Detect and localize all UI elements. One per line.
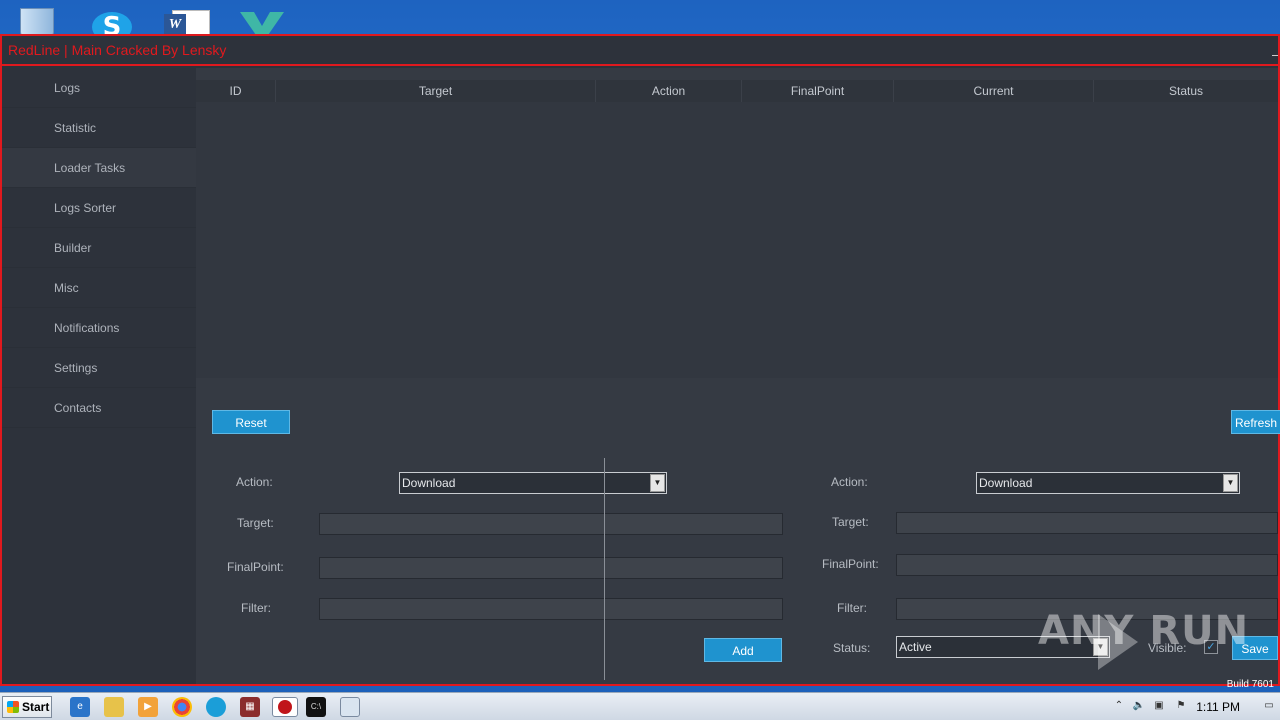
file-explorer-icon[interactable] — [104, 697, 124, 717]
word-icon[interactable]: W — [164, 4, 210, 38]
sidebar-item-contacts[interactable]: Contacts — [2, 388, 196, 428]
start-label: Start — [22, 700, 50, 714]
left-action-value: Download — [402, 476, 456, 490]
sidebar-item-loader-tasks[interactable]: Loader Tasks — [2, 148, 196, 188]
sidebar-item-settings[interactable]: Settings — [2, 348, 196, 388]
column-header-id[interactable]: ID — [196, 80, 276, 102]
column-header-action[interactable]: Action — [596, 80, 742, 102]
sidebar-item-builder[interactable]: Builder — [2, 228, 196, 268]
recycle-bin-icon[interactable] — [16, 4, 58, 38]
right-finalpoint-input[interactable] — [896, 554, 1278, 576]
column-header-current[interactable]: Current — [894, 80, 1094, 102]
column-header-target[interactable]: Target — [276, 80, 596, 102]
minimize-button[interactable] — [1272, 46, 1278, 56]
app-window: RedLine | Main Cracked By Lensky Logs St… — [0, 34, 1280, 686]
chevron-down-icon[interactable]: ▼ — [650, 474, 665, 492]
vpn-app-icon[interactable] — [238, 4, 284, 38]
table-header: ID Target Action FinalPoint Current Stat… — [196, 80, 1278, 102]
title-bar[interactable]: RedLine | Main Cracked By Lensky — [2, 36, 1278, 66]
column-header-status[interactable]: Status — [1094, 80, 1278, 102]
build-label: Build 7601 — [1226, 679, 1274, 690]
right-finalpoint-label: FinalPoint: — [822, 557, 879, 571]
right-target-input[interactable] — [896, 512, 1278, 534]
chevron-down-icon[interactable]: ▼ — [1223, 474, 1238, 492]
column-header-finalpoint[interactable]: FinalPoint — [742, 80, 894, 102]
volume-icon[interactable]: 🔈 — [1132, 699, 1146, 713]
skype-icon[interactable]: S — [90, 4, 132, 42]
reset-button[interactable]: Reset — [212, 410, 290, 434]
archive-icon[interactable]: ▦ — [240, 697, 260, 717]
taskbar: Start e ▶ ▦ C:\ ⌃ 🔈 ▣ ⚑ 1:11 PM ▭ — [0, 692, 1280, 720]
media-player-icon[interactable]: ▶ — [138, 697, 158, 717]
left-target-label: Target: — [237, 516, 274, 530]
network-icon[interactable]: ▣ — [1152, 699, 1166, 713]
left-action-select[interactable]: Download ▼ — [399, 472, 667, 494]
left-action-label: Action: — [236, 475, 273, 489]
show-desktop-icon[interactable]: ▭ — [1262, 699, 1276, 713]
sidebar-item-misc[interactable]: Misc — [2, 268, 196, 308]
main-panel: ID Target Action FinalPoint Current Stat… — [196, 68, 1280, 684]
window-title: RedLine | Main Cracked By Lensky — [8, 42, 227, 58]
sidebar-item-logs[interactable]: Logs — [2, 68, 196, 108]
system-tray: ⌃ 🔈 ▣ ⚑ 1:11 PM ▭ — [1106, 693, 1280, 720]
chevron-up-icon[interactable]: ⌃ — [1112, 699, 1126, 713]
form-divider — [604, 458, 605, 680]
start-button[interactable]: Start — [2, 696, 52, 718]
right-action-select[interactable]: Download ▼ — [976, 472, 1240, 494]
left-filter-input[interactable] — [319, 598, 783, 620]
internet-explorer-icon[interactable]: e — [70, 697, 90, 717]
anyrun-watermark: ANY RUN — [1038, 608, 1250, 654]
sidebar-item-logs-sorter[interactable]: Logs Sorter — [2, 188, 196, 228]
right-action-label: Action: — [831, 475, 868, 489]
right-filter-label: Filter: — [837, 601, 867, 615]
redline-app-icon[interactable] — [272, 697, 298, 717]
edge-icon[interactable] — [206, 697, 226, 717]
left-filter-label: Filter: — [241, 601, 271, 615]
windows-logo-icon — [7, 701, 19, 713]
right-status-label: Status: — [833, 641, 871, 655]
left-finalpoint-label: FinalPoint: — [227, 560, 284, 574]
tasks-table[interactable]: ID Target Action FinalPoint Current Stat… — [196, 80, 1278, 378]
right-target-label: Target: — [832, 515, 869, 529]
chrome-icon[interactable] — [172, 697, 192, 717]
refresh-button[interactable]: Refresh — [1231, 410, 1280, 434]
left-finalpoint-input[interactable] — [319, 557, 783, 579]
action-center-flag-icon[interactable]: ⚑ — [1174, 699, 1188, 713]
sidebar-item-statistic[interactable]: Statistic — [2, 108, 196, 148]
right-action-value: Download — [979, 476, 1033, 490]
remote-desktop-icon[interactable] — [340, 697, 360, 717]
sidebar: Logs Statistic Loader Tasks Logs Sorter … — [2, 68, 196, 684]
add-button[interactable]: Add — [704, 638, 782, 662]
sidebar-item-notifications[interactable]: Notifications — [2, 308, 196, 348]
left-target-input[interactable] — [319, 513, 783, 535]
right-status-value: Active — [899, 640, 932, 654]
command-prompt-icon[interactable]: C:\ — [306, 697, 326, 717]
clock[interactable]: 1:11 PM — [1196, 700, 1240, 714]
